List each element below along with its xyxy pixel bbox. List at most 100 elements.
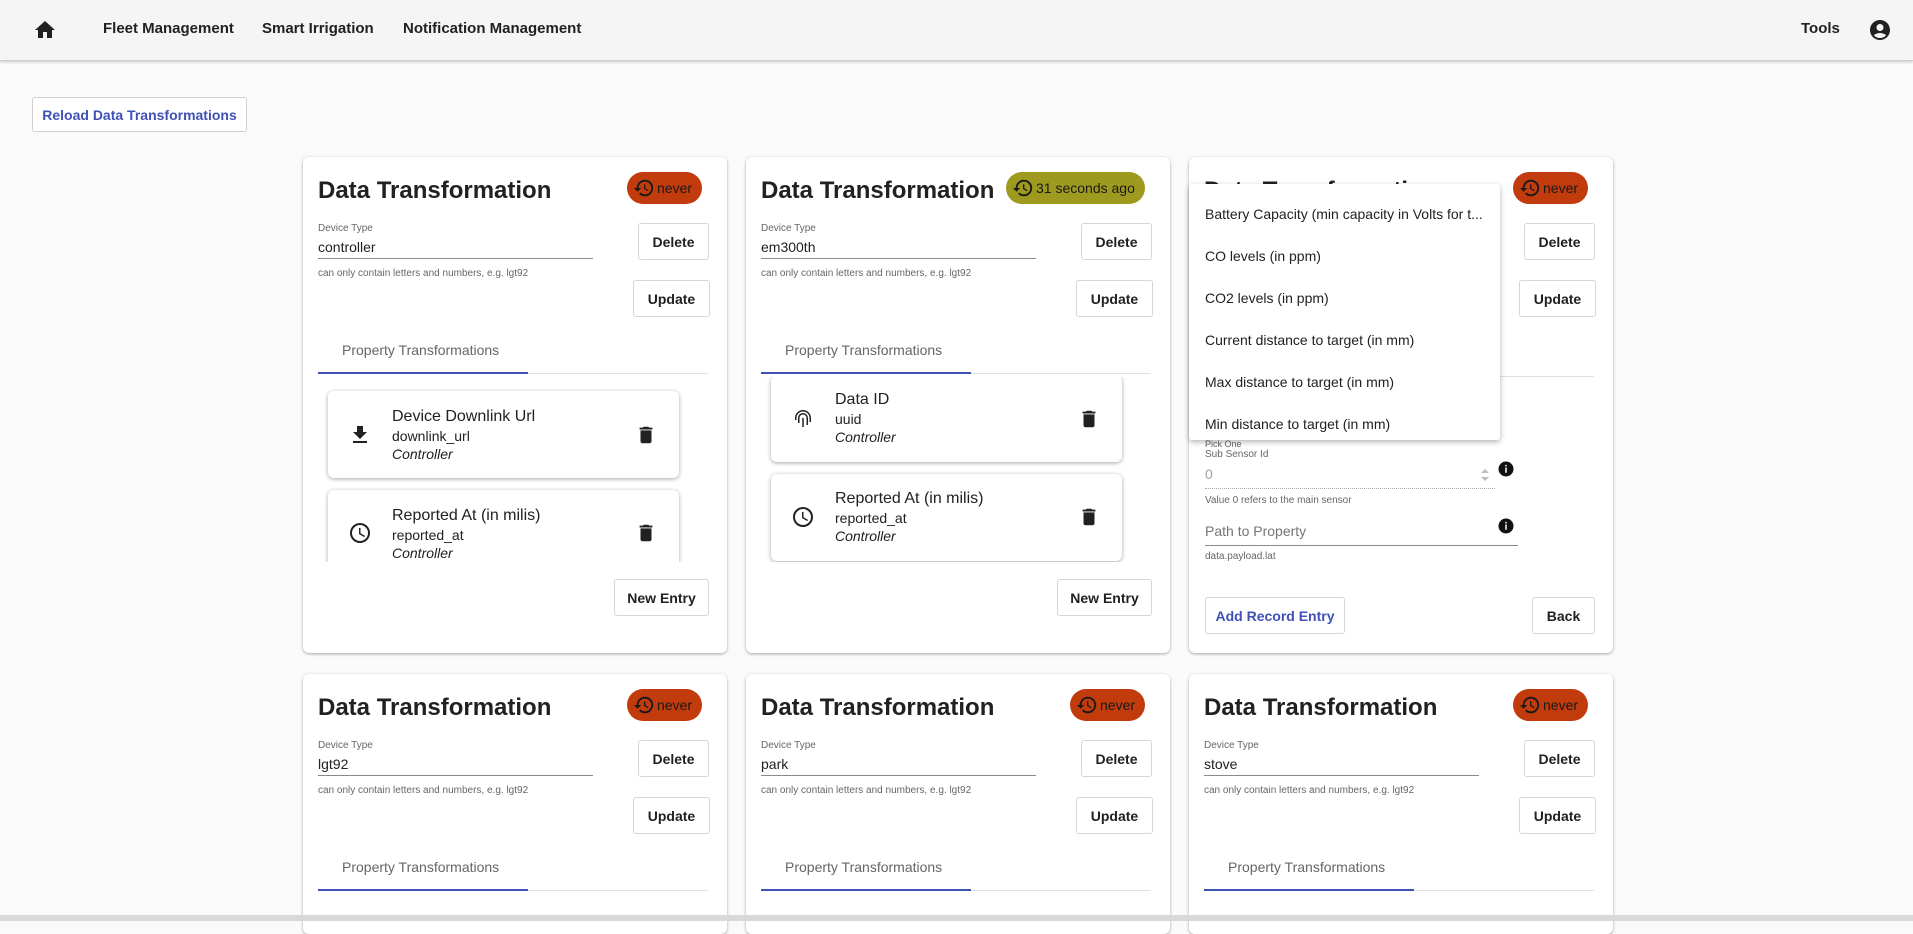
device-type-hint: can only contain letters and numbers, e.… <box>761 268 972 279</box>
tab-label: Property Transformations <box>342 342 500 358</box>
menu-option[interactable]: Max distance to target (in mm) <box>1205 374 1487 390</box>
tab-indicator <box>318 372 528 374</box>
horizontal-scrollbar[interactable] <box>0 915 1913 921</box>
list-item[interactable]: Data ID uuid Controller <box>771 377 1122 462</box>
stepper-arrows-icon[interactable] <box>1478 467 1492 483</box>
device-type-hint: can only contain letters and numbers, e.… <box>1204 785 1415 796</box>
badge-text: never <box>1100 697 1136 713</box>
tab-property-transformations[interactable]: Property Transformations <box>761 859 1151 891</box>
nav-notification-management[interactable]: Notification Management <box>403 20 581 37</box>
data-transformation-card: Data Transformation never Device Type co… <box>303 157 727 653</box>
pick-one-label: Pick One <box>1205 439 1242 449</box>
tab-indicator <box>1204 889 1414 891</box>
transformation-name: Reported At (in milis) <box>392 507 541 524</box>
new-entry-button[interactable]: New Entry <box>1057 579 1152 616</box>
trash-icon[interactable] <box>1078 506 1100 528</box>
card-title: Data Transformation <box>318 177 552 204</box>
trash-icon[interactable] <box>1078 408 1100 430</box>
status-badge: never <box>627 172 703 204</box>
update-button[interactable]: Update <box>1076 797 1153 834</box>
card-title: Data Transformation <box>761 177 995 204</box>
tab-property-transformations[interactable]: Property Transformations <box>1204 859 1594 891</box>
info-icon[interactable] <box>1497 517 1515 535</box>
delete-button[interactable]: Delete <box>1524 223 1595 260</box>
sub-sensor-label: Sub Sensor Id <box>1205 449 1269 460</box>
device-type-hint: can only contain letters and numbers, e.… <box>318 785 529 796</box>
card-title: Data Transformation <box>1204 694 1438 721</box>
transformation-controller: Controller <box>392 446 453 462</box>
transformation-key: reported_at <box>835 510 907 526</box>
delete-button[interactable]: Delete <box>1081 740 1152 777</box>
info-icon[interactable] <box>1497 460 1515 478</box>
transformation-controller: Controller <box>835 528 896 544</box>
update-button[interactable]: Update <box>633 797 710 834</box>
device-type-input[interactable]: lgt92 <box>318 756 593 776</box>
update-button[interactable]: Update <box>1519 797 1596 834</box>
delete-button[interactable]: Delete <box>638 740 709 777</box>
device-type-input[interactable]: em300th <box>761 239 1036 259</box>
device-type-input[interactable]: stove <box>1204 756 1479 776</box>
delete-button[interactable]: Delete <box>1081 223 1152 260</box>
list-item[interactable]: Device Downlink Url downlink_url Control… <box>328 391 679 478</box>
transformation-controller: Controller <box>835 429 896 445</box>
transformation-key: reported_at <box>392 527 464 543</box>
top-app-bar: Fleet Management Smart Irrigation Notifi… <box>0 0 1913 61</box>
badge-text: never <box>657 697 693 713</box>
menu-option[interactable]: Battery Capacity (min capacity in Volts … <box>1205 206 1487 222</box>
data-transformation-card: Data Transformation never Device Type pa… <box>746 674 1170 934</box>
nav-tools[interactable]: Tools <box>1801 20 1840 37</box>
nav-smart-irrigation[interactable]: Smart Irrigation <box>262 20 374 37</box>
menu-option[interactable]: Current distance to target (in mm) <box>1205 332 1487 348</box>
history-icon <box>633 179 654 197</box>
sub-sensor-input[interactable]: 0 <box>1205 466 1213 482</box>
trash-icon[interactable] <box>635 424 657 446</box>
clock-icon <box>793 507 813 527</box>
tab-property-transformations[interactable]: Property Transformations <box>318 859 708 891</box>
menu-option[interactable]: Min distance to target (in mm) <box>1205 416 1487 432</box>
update-button[interactable]: Update <box>633 280 710 317</box>
transformation-key: uuid <box>835 411 862 427</box>
badge-text: never <box>1543 697 1579 713</box>
device-type-label: Device Type <box>761 740 816 751</box>
path-underline <box>1205 545 1518 546</box>
tab-property-transformations[interactable]: Property Transformations <box>318 342 708 374</box>
menu-option[interactable]: CO2 levels (in ppm) <box>1205 290 1487 306</box>
new-entry-button[interactable]: New Entry <box>614 579 709 616</box>
nav-fleet-management[interactable]: Fleet Management <box>103 20 234 37</box>
sub-sensor-underline <box>1205 488 1495 489</box>
update-button[interactable]: Update <box>1076 280 1153 317</box>
badge-text: never <box>1543 180 1579 196</box>
device-type-input[interactable]: controller <box>318 239 593 259</box>
tab-label: Property Transformations <box>342 859 500 875</box>
menu-option[interactable]: CO levels (in ppm) <box>1205 248 1487 264</box>
history-icon <box>1012 179 1033 197</box>
transformation-key: downlink_url <box>392 428 470 444</box>
property-select-menu: Battery Capacity (min capacity in Volts … <box>1189 184 1500 440</box>
tab-indicator <box>761 889 971 891</box>
update-button[interactable]: Update <box>1519 280 1596 317</box>
transformation-name: Reported At (in milis) <box>835 490 984 507</box>
delete-button[interactable]: Delete <box>638 223 709 260</box>
reload-data-transformations-button[interactable]: Reload Data Transformations <box>32 97 247 132</box>
device-type-input[interactable]: park <box>761 756 1036 776</box>
back-button[interactable]: Back <box>1532 597 1595 634</box>
tab-property-transformations[interactable]: Property Transformations <box>761 342 1151 374</box>
transformation-name: Device Downlink Url <box>392 408 536 425</box>
sub-sensor-hint: Value 0 refers to the main sensor <box>1205 495 1352 506</box>
list-item[interactable]: Reported At (in milis) reported_at Contr… <box>328 490 679 562</box>
add-record-entry-button[interactable]: Add Record Entry <box>1205 597 1345 634</box>
home-icon[interactable] <box>33 18 57 42</box>
data-transformation-card: Data Transformation never Device Type lg… <box>303 674 727 934</box>
transformations-list: Data ID uuid Controller Reported At (in … <box>746 377 1170 562</box>
trash-icon[interactable] <box>635 522 657 544</box>
transformation-controller: Controller <box>392 545 453 561</box>
account-circle-icon[interactable] <box>1868 18 1892 42</box>
device-type-label: Device Type <box>1204 740 1259 751</box>
history-icon <box>633 696 654 714</box>
history-icon <box>1519 696 1540 714</box>
list-item[interactable]: Reported At (in milis) reported_at Contr… <box>771 474 1122 561</box>
path-to-property-input[interactable]: Path to Property <box>1205 523 1306 539</box>
status-badge: never <box>627 689 703 721</box>
status-badge: 31 seconds ago <box>1006 172 1145 204</box>
delete-button[interactable]: Delete <box>1524 740 1595 777</box>
